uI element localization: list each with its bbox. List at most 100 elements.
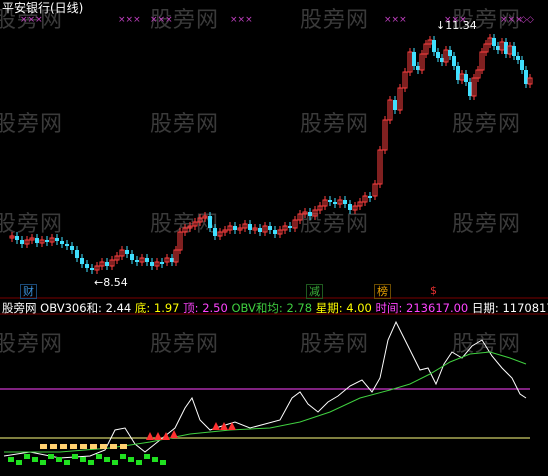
signal-bar	[70, 444, 77, 449]
top-marker: ×××	[118, 15, 141, 25]
legend-bottom: 底: 1.97	[134, 301, 180, 315]
indicator-legend: 股旁网 OBV306和: 2.44 底: 1.97 顶: 2.50 OBV和均:…	[2, 300, 548, 316]
candle-body	[125, 250, 129, 254]
signal-square	[16, 460, 22, 465]
watermark-inline: 股旁网	[2, 301, 37, 315]
candle-body	[492, 38, 496, 46]
signal-square	[72, 454, 78, 459]
signal-bar	[100, 444, 107, 449]
signal-square	[152, 457, 158, 462]
signal-bar	[80, 444, 87, 449]
event-tag-dollar[interactable]: $	[428, 284, 439, 297]
event-tag-finance[interactable]: 财	[20, 284, 37, 299]
signal-square	[24, 454, 30, 459]
legend-top: 顶: 2.50	[183, 301, 228, 315]
candle-body	[436, 52, 440, 58]
candle-body	[55, 238, 59, 241]
arrow-icon: ↓	[436, 19, 446, 32]
legend-obv-avg: OBV和均: 2.78	[231, 301, 313, 315]
candle-body	[343, 200, 347, 204]
low-price-label: ←8.54	[94, 276, 128, 289]
signal-square	[128, 457, 134, 462]
signal-square	[112, 460, 118, 465]
candle-body	[268, 226, 272, 230]
signal-square	[96, 454, 102, 459]
candle-body	[273, 230, 277, 234]
candle-body	[520, 60, 524, 70]
candle-body	[368, 196, 372, 198]
signal-bar	[90, 444, 97, 449]
candle-body	[70, 246, 74, 250]
candle-body	[348, 204, 352, 210]
signal-triangle	[228, 422, 236, 430]
candle-body	[90, 268, 94, 270]
candle-body	[512, 46, 516, 56]
candle-body	[213, 228, 217, 236]
candle-body	[130, 254, 134, 260]
candle-body	[160, 262, 164, 264]
window-title: 平安银行(日线)	[2, 1, 84, 15]
signal-square	[64, 460, 70, 465]
signal-square	[136, 460, 142, 465]
signal-square	[144, 454, 150, 459]
signal-triangle	[146, 432, 154, 440]
candle-body	[150, 262, 154, 266]
candle-body	[452, 56, 456, 66]
event-tag-reduce[interactable]: 减	[306, 284, 323, 299]
signal-square	[160, 460, 166, 465]
signal-bar	[60, 444, 67, 449]
candle-body	[208, 216, 212, 228]
top-marker: ×××	[150, 15, 173, 25]
chart-window[interactable]: 股旁网 股旁网 股旁网 股旁网 股旁网 股旁网 股旁网 股旁网 股旁网 股旁网 …	[0, 0, 548, 476]
candle-body	[233, 226, 237, 230]
signal-bar	[110, 444, 117, 449]
candle-body	[516, 56, 520, 60]
candle-body	[456, 66, 460, 80]
candle-body	[308, 212, 312, 216]
candle-body	[85, 264, 89, 268]
candle-body	[80, 258, 84, 264]
candle-body	[504, 42, 508, 54]
candle-body	[248, 224, 252, 230]
candle-body	[60, 241, 64, 244]
candle-body	[393, 100, 397, 110]
candle-body	[288, 226, 292, 228]
candle-body	[20, 240, 24, 244]
candlestick-chart[interactable]: ××× ××× ××× ××× ××× ××× ×××◇◇	[0, 0, 548, 476]
candle-body	[45, 240, 49, 242]
candle-body	[333, 202, 337, 204]
signal-square	[56, 457, 62, 462]
signal-triangle	[212, 422, 220, 430]
signal-bar	[120, 444, 127, 449]
signal-square	[88, 460, 94, 465]
candle-body	[496, 46, 500, 50]
candle-body	[258, 228, 262, 232]
event-tag-ranking[interactable]: 榜	[374, 284, 391, 299]
high-price-label: ↓11.34	[436, 19, 477, 32]
arrow-icon: ←	[94, 276, 104, 289]
candle-body	[464, 74, 468, 82]
top-marker: ×××	[20, 15, 43, 25]
legend-time: 时间: 213617.00	[375, 301, 469, 315]
signal-square	[32, 457, 38, 462]
top-marker: ×××	[384, 15, 407, 25]
signal-square	[8, 457, 14, 462]
candle-body	[524, 70, 528, 84]
signal-square	[40, 460, 46, 465]
candle-body	[35, 238, 39, 243]
candle-body	[65, 244, 69, 246]
candle-body	[412, 52, 416, 66]
signal-bar	[40, 444, 47, 449]
candle-body	[468, 82, 472, 96]
candle-body	[170, 258, 174, 262]
legend-obv: OBV306和: 2.44	[40, 301, 132, 315]
signal-bar	[50, 444, 57, 449]
candle-body	[15, 236, 19, 240]
legend-weekday: 星期: 4.00	[315, 301, 372, 315]
obv-average-line	[4, 351, 527, 453]
candle-body	[145, 258, 149, 262]
candle-body	[135, 260, 139, 262]
candle-body	[105, 262, 109, 266]
candle-body	[432, 40, 436, 52]
signal-square	[80, 457, 86, 462]
